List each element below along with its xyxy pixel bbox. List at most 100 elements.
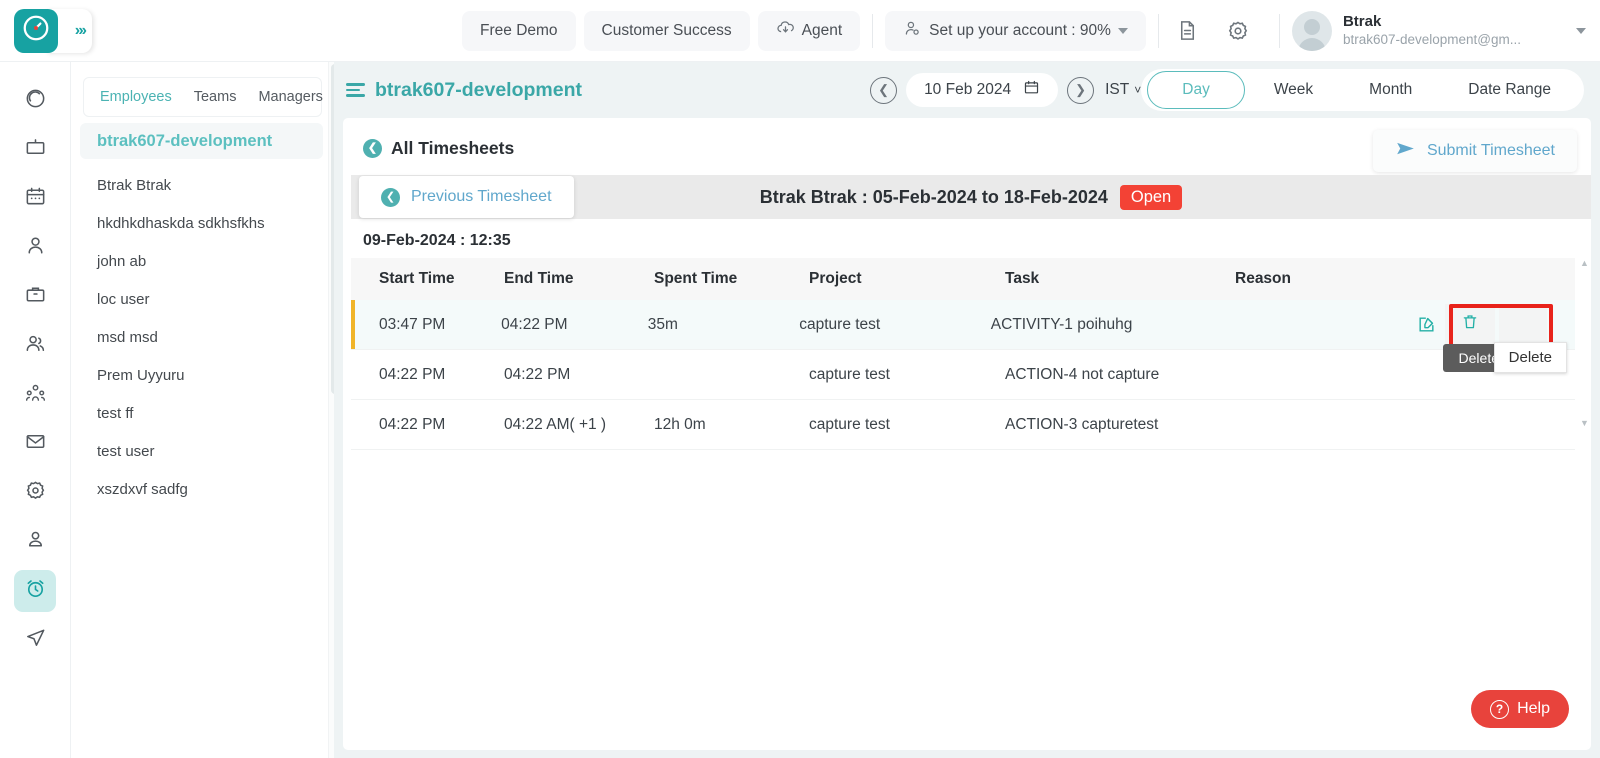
cell-end-time: 04:22 PM: [501, 315, 568, 333]
timesheet-title-row: Btrak Btrak : 05-Feb-2024 to 18-Feb-2024…: [351, 184, 1591, 210]
free-demo-label: Free Demo: [480, 21, 558, 39]
list-item[interactable]: msd msd: [71, 318, 332, 356]
cell-project: capture test: [809, 415, 890, 433]
cell-start-time: 04:22 PM: [379, 365, 446, 383]
sidebar-item-board[interactable]: [14, 129, 56, 171]
sidebar-item-person[interactable]: [14, 227, 56, 269]
tab-employees[interactable]: Employees: [100, 89, 172, 105]
tab-teams[interactable]: Teams: [194, 89, 237, 105]
profile-name: Btrak: [1342, 12, 1382, 30]
next-day-button[interactable]: ❯: [1067, 76, 1095, 104]
chevron-down-icon: [1117, 27, 1128, 34]
sidebar-item-calendar[interactable]: [14, 178, 56, 220]
sidebar-item-send[interactable]: [14, 619, 56, 661]
column-header-spent-time: Spent Time: [654, 270, 738, 287]
profile-menu[interactable]: Btrak btrak607-development@gm...: [1291, 10, 1586, 51]
cloud-download-icon: [776, 19, 795, 43]
tab-managers[interactable]: Managers: [258, 89, 322, 105]
gear-icon: [24, 479, 47, 507]
agent-label: Agent: [801, 21, 843, 39]
sidebar-item-users[interactable]: [14, 325, 56, 367]
column-header-task: Task: [1005, 270, 1040, 287]
list-item[interactable]: hkdhkdhaskda sdkhsfkhs: [71, 204, 332, 242]
document-icon[interactable]: [1171, 14, 1205, 48]
list-item[interactable]: Btrak Btrak: [71, 166, 332, 204]
column-header-reason: Reason: [1235, 270, 1291, 287]
customer-success-label: Customer Success: [601, 21, 732, 39]
selected-date: 10 Feb 2024: [924, 81, 1012, 98]
back-arrow-circle-icon: ❮: [363, 139, 382, 158]
help-label: Help: [1517, 700, 1550, 717]
calendar-icon: [1023, 79, 1040, 101]
chevron-down-icon: ˅: [1134, 83, 1142, 97]
users-icon: [24, 332, 47, 360]
send-icon: [1395, 138, 1416, 164]
list-item[interactable]: john ab: [71, 242, 332, 280]
cell-end-time: 04:22 PM: [504, 365, 571, 383]
range-tab-day[interactable]: Day: [1147, 71, 1245, 109]
timezone-selector[interactable]: IST ˅: [1105, 81, 1141, 99]
list-item[interactable]: test ff: [71, 394, 332, 432]
table-row[interactable]: 04:22 PM 04:22 AM( +1 ) 12h 0m capture t…: [351, 400, 1575, 450]
date-picker[interactable]: 10 Feb 2024: [906, 73, 1059, 107]
sidebar-item-timesheets[interactable]: [14, 570, 56, 612]
help-button[interactable]: ? Help: [1471, 690, 1569, 728]
edit-pencil-icon[interactable]: [1411, 310, 1441, 340]
table-row[interactable]: 04:22 PM 04:22 PM capture test ACTION-4 …: [351, 350, 1575, 400]
sidebar-item-briefcase[interactable]: [14, 276, 56, 318]
person-icon: [24, 234, 47, 262]
sidebar-item-mail[interactable]: [14, 423, 56, 465]
sidebar-item-settings[interactable]: [14, 472, 56, 514]
free-demo-button[interactable]: Free Demo: [462, 10, 576, 51]
chevrons-right-icon: »›: [74, 22, 87, 39]
cell-end-time: 04:22 AM( +1 ): [504, 415, 607, 433]
table-row[interactable]: 03:47 PM 04:22 PM 35m capture test ACTIV…: [351, 300, 1575, 373]
gear-icon[interactable]: [1221, 14, 1255, 48]
customer-success-button[interactable]: Customer Success: [583, 10, 750, 51]
sidebar-rail: [0, 62, 71, 758]
status-badge: Open: [1119, 184, 1183, 210]
account-setup-button[interactable]: Set up your account : 90%: [885, 10, 1146, 51]
divider: [872, 13, 874, 48]
hamburger-icon[interactable]: [346, 83, 365, 97]
clock-logo-icon: [21, 13, 51, 48]
list-item[interactable]: test user: [71, 432, 332, 470]
cell-start-time: 03:47 PM: [379, 315, 446, 333]
list-item[interactable]: loc user: [71, 280, 332, 318]
sidebar-item-target[interactable]: [14, 80, 56, 122]
submit-timesheet-label: Submit Timesheet: [1426, 142, 1555, 159]
user-gear-icon: [903, 19, 922, 43]
paper-plane-icon: [24, 626, 47, 654]
chevron-right-circle-icon: ❯: [1075, 82, 1087, 97]
sidebar-item-org-chart[interactable]: [14, 374, 56, 416]
timesheet-band: ❮ Previous Timesheet Btrak Btrak : 05-Fe…: [351, 175, 1591, 219]
app-logo[interactable]: [14, 8, 58, 53]
cell-task: ACTION-3 capturetest: [1005, 415, 1159, 433]
prev-day-button[interactable]: ❮: [870, 76, 898, 104]
caret-down-icon[interactable]: ▼: [1580, 418, 1589, 428]
table-scrollbar[interactable]: ▲ ▼: [1578, 258, 1591, 428]
question-circle-icon: ?: [1490, 699, 1510, 719]
chevron-left-circle-icon: ❮: [878, 82, 890, 97]
employee-panel: Employees Teams Managers btrak607-develo…: [71, 62, 340, 758]
range-tab-month[interactable]: Month: [1342, 73, 1439, 107]
list-item[interactable]: Prem Uyyuru: [71, 356, 332, 394]
org-chart-icon: [24, 381, 47, 409]
divider: [1278, 13, 1280, 48]
column-header-project: Project: [809, 270, 862, 287]
employee-list: btrak607-development Btrak Btrak hkdhkdh…: [71, 123, 332, 508]
agent-button[interactable]: Agent: [757, 10, 861, 51]
alarm-clock-icon: [24, 577, 47, 605]
list-item[interactable]: xszdxvf sadfg: [71, 470, 332, 508]
divider: [1157, 13, 1159, 48]
row-actions: [1411, 303, 1575, 346]
sidebar-item-profile[interactable]: [14, 521, 56, 563]
submit-timesheet-button[interactable]: Submit Timesheet: [1372, 130, 1577, 172]
delete-button[interactable]: [1445, 303, 1495, 346]
range-tab-week[interactable]: Week: [1247, 73, 1340, 107]
profile-email: btrak607-development@gm...: [1342, 31, 1521, 47]
target-icon: [24, 87, 47, 115]
employee-group-header[interactable]: btrak607-development: [80, 123, 323, 159]
range-tab-date-range[interactable]: Date Range: [1441, 73, 1578, 107]
caret-up-icon[interactable]: ▲: [1580, 258, 1589, 268]
